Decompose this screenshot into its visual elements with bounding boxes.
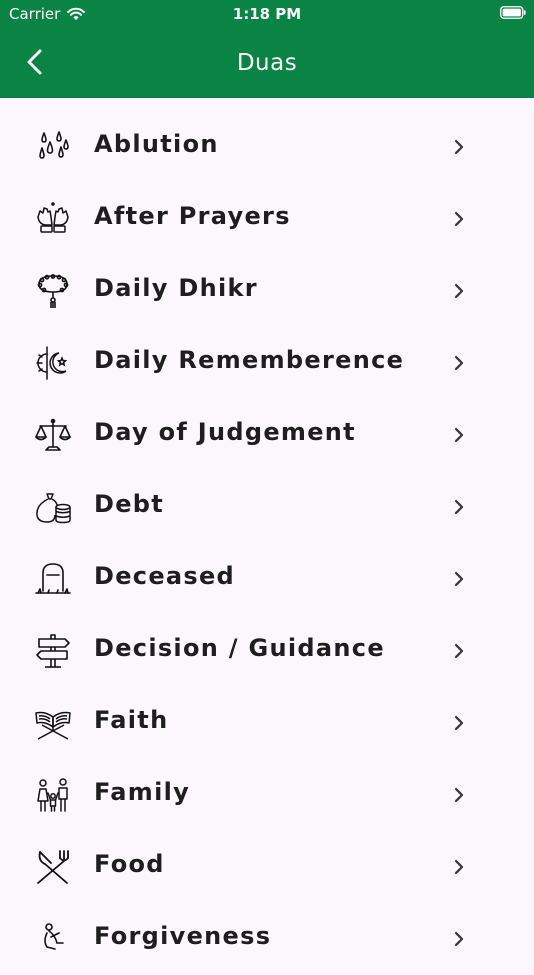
kneeling-person-icon bbox=[44, 923, 64, 950]
chevron-right-icon bbox=[454, 859, 464, 875]
list-item-daily-rememberence[interactable]: Daily Rememberence bbox=[0, 327, 534, 399]
list-item-label: Debt bbox=[94, 490, 165, 518]
chevron-right-icon bbox=[454, 427, 464, 443]
signpost-icon bbox=[36, 634, 70, 668]
money-bag-coins-icon bbox=[36, 493, 71, 524]
chevron-right-icon bbox=[454, 931, 464, 947]
grave-icon bbox=[35, 563, 71, 594]
water-drops-icon bbox=[39, 131, 69, 159]
list-item-label: Food bbox=[94, 850, 165, 878]
list-item-label: After Prayers bbox=[94, 202, 291, 230]
list-item-label: Forgiveness bbox=[94, 922, 272, 950]
sun-moon-icon bbox=[36, 346, 68, 380]
list-item-faith[interactable]: Faith bbox=[0, 687, 534, 759]
navigation-bar: Duas bbox=[0, 28, 534, 98]
list-item-day-of-judgement[interactable]: Day of Judgement bbox=[0, 399, 534, 471]
list-item-decision-guidance[interactable]: Decision / Guidance bbox=[0, 615, 534, 687]
list-item-label: Daily Rememberence bbox=[94, 346, 405, 374]
battery-icon bbox=[500, 6, 526, 19]
scales-icon bbox=[35, 418, 71, 451]
fork-knife-icon bbox=[37, 850, 69, 884]
praying-hands-icon bbox=[37, 202, 69, 233]
chevron-right-icon bbox=[454, 715, 464, 731]
app-header: Carrier 1:18 PM Duas bbox=[0, 0, 534, 98]
chevron-right-icon bbox=[454, 139, 464, 155]
list-item-food[interactable]: Food bbox=[0, 831, 534, 903]
chevron-right-icon bbox=[454, 283, 464, 299]
family-icon bbox=[37, 778, 68, 812]
chevron-right-icon bbox=[454, 211, 464, 227]
list-item-label: Daily Dhikr bbox=[94, 274, 258, 302]
status-time: 1:18 PM bbox=[232, 5, 302, 23]
chevron-right-icon bbox=[454, 787, 464, 803]
chevron-right-icon bbox=[454, 643, 464, 659]
list-item-label: Faith bbox=[94, 706, 169, 734]
quran-stand-icon bbox=[35, 711, 71, 740]
list-item-daily-dhikr[interactable]: Daily Dhikr bbox=[0, 255, 534, 327]
list-item-deceased[interactable]: Deceased bbox=[0, 543, 534, 615]
list-item-debt[interactable]: Debt bbox=[0, 471, 534, 543]
status-bar: Carrier 1:18 PM bbox=[0, 0, 534, 28]
list-item-label: Family bbox=[94, 778, 191, 806]
list-item-after-prayers[interactable]: After Prayers bbox=[0, 183, 534, 255]
chevron-right-icon bbox=[454, 355, 464, 371]
chevron-right-icon bbox=[454, 499, 464, 515]
chevron-right-icon bbox=[454, 571, 464, 587]
list-item-forgiveness[interactable]: Forgiveness bbox=[0, 903, 534, 975]
list-item-label: Decision / Guidance bbox=[94, 634, 385, 662]
page-title: Duas bbox=[236, 50, 298, 76]
list-item-family[interactable]: Family bbox=[0, 759, 534, 831]
list-item-label: Ablution bbox=[94, 130, 219, 158]
list-item-label: Day of Judgement bbox=[94, 418, 356, 446]
prayer-beads-icon bbox=[37, 274, 69, 308]
list-item-label: Deceased bbox=[94, 562, 236, 590]
list-item-ablution[interactable]: Ablution bbox=[0, 111, 534, 183]
